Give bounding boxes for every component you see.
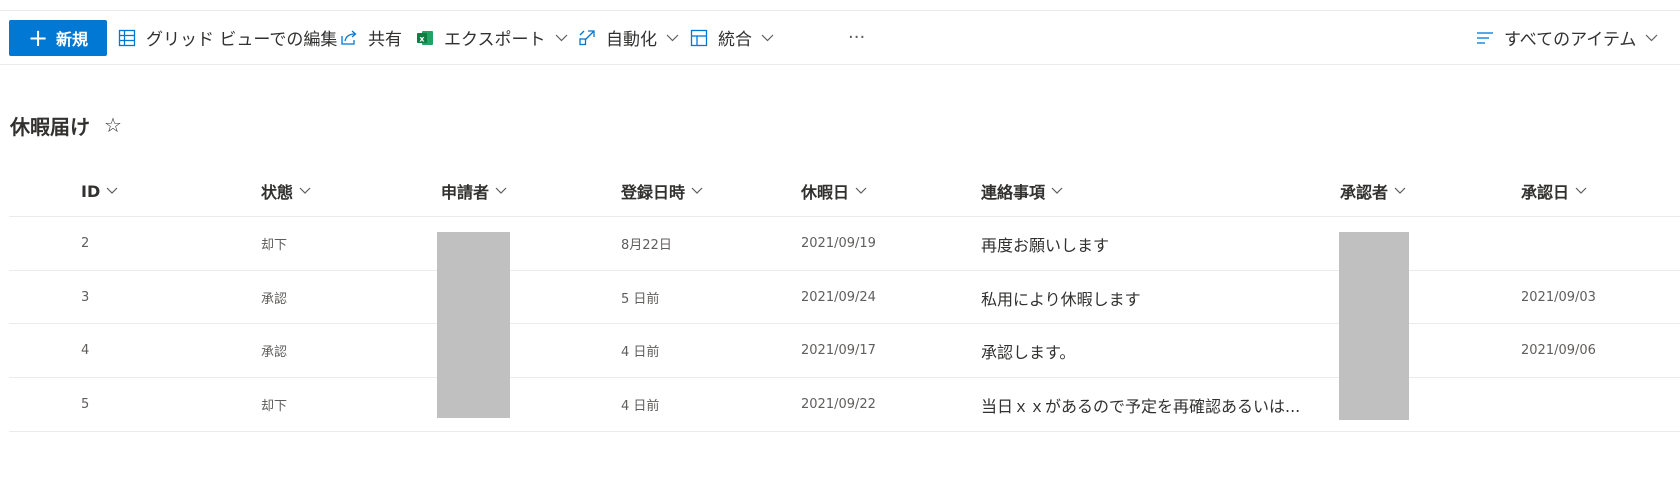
column-header-leave-date[interactable]: 休暇日 — [801, 178, 867, 204]
column-header-label: 連絡事項 — [981, 183, 1046, 202]
view-lines-icon — [1476, 31, 1494, 45]
table-row[interactable]: 5 却下 4 日前 2021/09/22 当日ｘｘがあるので予定を再確認あるいは… — [9, 378, 1680, 431]
cell-id: 4 — [81, 343, 90, 358]
automate-label: 自動化 — [606, 30, 657, 50]
cell-leave-date: 2021/09/22 — [801, 397, 876, 412]
table-row[interactable]: 4 承認 4 日前 2021/09/17 承認します。 2021/09/06 — [9, 324, 1680, 377]
cell-status: 却下 — [261, 238, 288, 253]
cell-status: 承認 — [261, 345, 288, 360]
integrate-label: 統合 — [718, 30, 752, 50]
list-title: 休暇届け — [10, 114, 90, 139]
column-header-approved-date[interactable]: 承認日 — [1521, 178, 1587, 204]
chevron-down-icon — [555, 34, 568, 42]
chevron-down-icon — [666, 34, 679, 42]
export-button[interactable]: x エクスポート — [416, 11, 568, 64]
view-switcher[interactable]: すべてのアイテム — [1476, 11, 1658, 64]
chevron-down-icon — [691, 187, 703, 195]
more-icon: ··· — [848, 27, 866, 48]
chevron-down-icon — [1575, 187, 1587, 195]
more-button[interactable]: ··· — [848, 11, 865, 64]
cell-status: 却下 — [261, 399, 288, 414]
new-button[interactable]: + 新規 — [9, 20, 107, 56]
integrate-icon — [690, 29, 708, 47]
cell-approved-date: 2021/09/06 — [1521, 343, 1596, 358]
automate-icon — [578, 29, 596, 47]
table-row[interactable]: 3 承認 5 日前 2021/09/24 私用により休暇します 2021/09/… — [9, 271, 1680, 324]
plus-icon: + — [27, 24, 49, 52]
table-row[interactable]: 2 却下 8月22日 2021/09/19 再度お願いします — [9, 217, 1680, 270]
cell-id: 3 — [81, 290, 90, 305]
column-header-label: 休暇日 — [801, 183, 850, 202]
cell-leave-date: 2021/09/24 — [801, 290, 876, 305]
approver-redaction — [1339, 232, 1409, 420]
cell-id: 5 — [81, 397, 90, 412]
column-header-label: 申請者 — [441, 183, 490, 202]
star-icon[interactable]: ☆ — [104, 113, 122, 137]
svg-text:x: x — [419, 34, 425, 43]
row-divider — [9, 431, 1680, 432]
column-header-label: 承認日 — [1521, 183, 1570, 202]
column-header-registered[interactable]: 登録日時 — [621, 178, 703, 204]
grid-edit-button[interactable]: グリッド ビューでの編集 — [118, 11, 337, 64]
chevron-down-icon — [1051, 187, 1063, 195]
cell-notes: 当日ｘｘがあるので予定を再確認あるいは... — [981, 396, 1301, 416]
share-button[interactable]: 共有 — [340, 11, 402, 64]
column-header-label: ID — [81, 181, 101, 201]
export-label: エクスポート — [444, 30, 546, 50]
cell-registered: 8月22日 — [621, 238, 672, 253]
column-header-label: 承認者 — [1340, 183, 1389, 202]
chevron-down-icon — [1645, 34, 1658, 42]
column-header-applicant[interactable]: 申請者 — [441, 178, 507, 204]
column-header-id[interactable]: ID — [81, 178, 118, 204]
cell-notes: 私用により休暇します — [981, 289, 1141, 309]
column-header-label: 状態 — [261, 183, 294, 202]
cell-status: 承認 — [261, 292, 288, 307]
view-label: すべてのアイテム — [1504, 30, 1637, 50]
share-icon — [340, 29, 358, 47]
cell-registered: 5 日前 — [621, 292, 660, 307]
applicant-redaction — [437, 232, 510, 418]
cell-registered: 4 日前 — [621, 345, 660, 360]
chevron-down-icon — [1394, 187, 1406, 195]
cell-leave-date: 2021/09/17 — [801, 343, 876, 358]
cell-leave-date: 2021/09/19 — [801, 236, 876, 251]
grid-icon — [118, 29, 136, 47]
new-button-label: 新規 — [56, 30, 89, 49]
chevron-down-icon — [761, 34, 774, 42]
chevron-down-icon — [299, 187, 311, 195]
cell-notes: 再度お願いします — [981, 235, 1110, 255]
automate-button[interactable]: 自動化 — [578, 11, 679, 64]
cell-id: 2 — [81, 236, 90, 251]
cell-registered: 4 日前 — [621, 399, 660, 414]
column-header-status[interactable]: 状態 — [261, 178, 311, 204]
chevron-down-icon — [495, 187, 507, 195]
column-header-notes[interactable]: 連絡事項 — [981, 178, 1063, 204]
integrate-button[interactable]: 統合 — [690, 11, 774, 64]
chevron-down-icon — [106, 187, 118, 195]
command-bar: + 新規 グリッド ビューでの編集 共有 x エクスポート 自動化 統合 ···… — [0, 11, 1680, 65]
share-label: 共有 — [368, 30, 402, 50]
chevron-down-icon — [855, 187, 867, 195]
column-header-approver[interactable]: 承認者 — [1340, 178, 1406, 204]
cell-notes: 承認します。 — [981, 342, 1076, 362]
cell-approved-date: 2021/09/03 — [1521, 290, 1596, 305]
excel-icon: x — [416, 29, 434, 47]
grid-edit-label: グリッド ビューでの編集 — [146, 30, 338, 50]
column-header-label: 登録日時 — [621, 183, 686, 202]
page-title: 休暇届け ☆ — [10, 110, 122, 140]
